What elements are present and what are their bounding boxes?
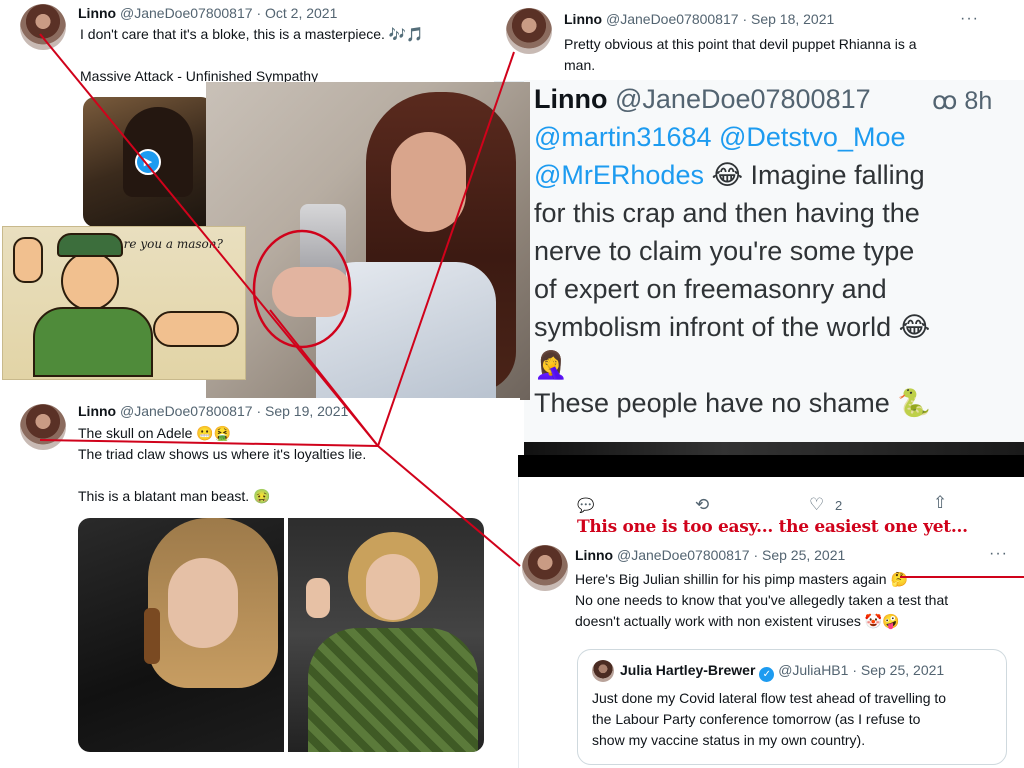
avatar[interactable] bbox=[522, 545, 568, 591]
tweet-text-line: of expert on freemasonry and bbox=[534, 274, 887, 304]
annotation-caption: This one is too easy... the easiest one … bbox=[577, 517, 968, 537]
tweet-body: Pretty obvious at this point that devil … bbox=[564, 34, 917, 76]
tweet-text-line: The skull on Adele 😬🤮 bbox=[78, 425, 232, 441]
quoted-tweet[interactable]: Julia Hartley-Brewer ✓ @JuliaHB1 · Sep 2… bbox=[577, 649, 1007, 765]
quoted-author-name[interactable]: Julia Hartley-Brewer bbox=[620, 662, 755, 678]
face-shape bbox=[366, 554, 420, 620]
black-divider bbox=[518, 455, 1024, 477]
adele-photo-right[interactable] bbox=[288, 518, 484, 752]
tweet-text-line: Pretty obvious at this point that devil … bbox=[564, 36, 917, 52]
author-handle[interactable]: @JaneDoe07800817 bbox=[120, 5, 253, 21]
tweet-body: Here's Big Julian shillin for his pimp m… bbox=[575, 569, 948, 632]
author-name[interactable]: Linno bbox=[534, 84, 607, 114]
heart-icon[interactable]: ♡ bbox=[809, 495, 824, 514]
video-thumbnail[interactable]: ▶ bbox=[83, 97, 213, 227]
facepalm-emoji: 🤦‍♀️ bbox=[534, 350, 568, 380]
hand-shape bbox=[272, 267, 352, 317]
zoomed-tweet-body: @martin31684 @Detstvo_Moe @MrERhodes 😂 I… bbox=[534, 118, 931, 422]
like-count: 2 bbox=[834, 498, 843, 513]
avatar[interactable] bbox=[20, 4, 66, 50]
cartoon-head bbox=[61, 251, 119, 311]
blurred-media-strip bbox=[524, 442, 1024, 455]
adele-photo-left[interactable] bbox=[78, 518, 284, 752]
author-name[interactable]: Linno bbox=[564, 11, 602, 27]
tweet-date[interactable]: · Sep 19, 2021 bbox=[256, 403, 348, 419]
tweet-text-line: show my vaccine status in my own country… bbox=[592, 732, 866, 748]
cartoon-extended-hand bbox=[153, 311, 239, 347]
quoted-tweet-date[interactable]: · Sep 25, 2021 bbox=[852, 662, 944, 678]
waving-hand-shape bbox=[306, 578, 330, 618]
mention-link[interactable]: @martin31684 @Detstvo_Moe bbox=[534, 122, 906, 152]
author-name[interactable]: Linno bbox=[78, 403, 116, 419]
tweet-text-line: These people have no shame 🐍 bbox=[534, 388, 931, 418]
tweet-date[interactable]: · Oct 2, 2021 bbox=[256, 5, 337, 21]
cartoon-body bbox=[33, 307, 153, 377]
mason-cartoon-image: Are you a mason? bbox=[2, 226, 246, 380]
tweet-date[interactable]: · Sep 18, 2021 bbox=[742, 11, 834, 27]
tweet-body: The skull on Adele 😬🤮 The triad claw sho… bbox=[78, 423, 366, 507]
zoomed-tweet-screenshot: Linno @JaneDoe07800817 ꝏ 8h @martin31684… bbox=[524, 80, 1024, 455]
cartoon-speech-text: Are you a mason? bbox=[115, 237, 223, 251]
cartoon-raised-hand bbox=[13, 237, 43, 283]
tweet-text-line: Just done my Covid lateral flow test ahe… bbox=[592, 690, 947, 706]
like-button[interactable]: ♡ 2 bbox=[809, 495, 842, 515]
tweet-date[interactable]: · Sep 25, 2021 bbox=[753, 547, 845, 563]
tweet-card-bottom-right[interactable]: 💬 ⟲ ♡ 2 ⇧ This one is too easy... the ea… bbox=[518, 477, 1024, 768]
tweet-text-line: symbolism infront of the world 😂 bbox=[534, 312, 931, 342]
author-handle[interactable]: @JaneDoe07800817 bbox=[617, 547, 750, 563]
tweet-body: I don't care that it's a bloke, this is … bbox=[80, 24, 424, 87]
tweet-time[interactable]: 8h bbox=[964, 87, 992, 115]
music-notes-emoji: 🎶🎵 bbox=[388, 26, 424, 42]
tweet-text-line: Here's Big Julian shillin for his pimp m… bbox=[575, 571, 908, 587]
more-options-icon[interactable]: ··· bbox=[960, 10, 979, 28]
tweet-text-line: doesn't actually work with non existent … bbox=[575, 613, 900, 629]
earring-shape bbox=[144, 608, 160, 664]
quoted-avatar[interactable] bbox=[592, 660, 614, 682]
tweet-text-line: The triad claw shows us where it's loyal… bbox=[78, 446, 367, 462]
avatar[interactable] bbox=[506, 8, 552, 54]
author-handle[interactable]: @JaneDoe07800817 bbox=[615, 84, 871, 114]
verified-badge-icon: ✓ bbox=[759, 667, 775, 682]
tweet-text-line: 😂 Imagine falling bbox=[703, 160, 925, 190]
tweet-text-line: I don't care that it's a bloke, this is … bbox=[80, 26, 389, 42]
quoted-tweet-body: Just done my Covid lateral flow test ahe… bbox=[592, 688, 946, 751]
retweet-icon[interactable]: ⟲ bbox=[695, 495, 709, 515]
mention-link[interactable]: @MrERhodes bbox=[534, 160, 704, 190]
tweet-text-line: man. bbox=[564, 57, 596, 73]
author-name[interactable]: Linno bbox=[78, 5, 116, 21]
thread-icon: ꝏ bbox=[932, 87, 958, 115]
tweet-text-line: the Labour Party conference tomorrow (as… bbox=[592, 711, 921, 727]
tweet-text-line: No one needs to know that you've alleged… bbox=[575, 592, 949, 608]
play-icon[interactable]: ▶ bbox=[135, 149, 161, 175]
more-options-icon[interactable]: ··· bbox=[989, 545, 1008, 563]
author-name[interactable]: Linno bbox=[575, 547, 613, 563]
tweet-text-line: for this crap and then having the bbox=[534, 198, 920, 228]
tweet-media-grid[interactable] bbox=[78, 518, 484, 752]
tweet-text-line: This is a blatant man beast. 🤢 bbox=[78, 488, 271, 504]
reply-icon[interactable]: 💬 bbox=[577, 497, 594, 514]
author-handle[interactable]: @JaneDoe07800817 bbox=[606, 11, 739, 27]
tweet-text-line: nerve to claim you're some type bbox=[534, 236, 915, 266]
green-dress-shape bbox=[308, 628, 478, 752]
face-shape bbox=[391, 132, 466, 232]
face-shape bbox=[168, 558, 238, 648]
cartoon-hat bbox=[57, 233, 123, 257]
avatar[interactable] bbox=[20, 404, 66, 450]
tweet-card-adele[interactable]: Linno @JaneDoe07800817 · Sep 19, 2021 Th… bbox=[0, 398, 520, 768]
tweet-card-top-right[interactable]: Linno @JaneDoe07800817 · Sep 18, 2021 ··… bbox=[494, 0, 1004, 82]
share-icon[interactable]: ⇧ bbox=[933, 493, 947, 513]
author-handle[interactable]: @JaneDoe07800817 bbox=[120, 403, 253, 419]
quoted-author-handle[interactable]: @JuliaHB1 bbox=[778, 662, 848, 678]
selfie-photo bbox=[206, 82, 530, 400]
